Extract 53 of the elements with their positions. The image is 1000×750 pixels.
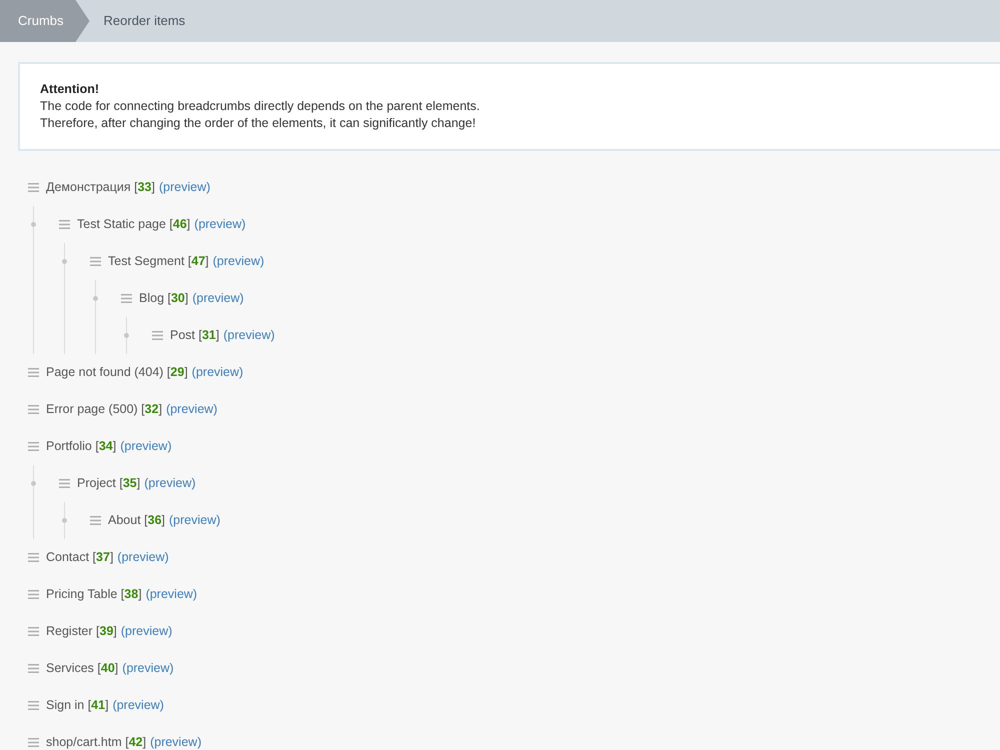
preview-link[interactable]: (preview) [223,326,275,345]
breadcrumb-link[interactable]: Crumbs [0,0,90,42]
drag-handle-icon[interactable] [28,627,39,636]
item-label: Project [35] [77,475,140,492]
preview-link[interactable]: (preview) [144,474,196,493]
item-label: Blog [30] [139,290,188,308]
item-label: Pricing Table [38] [46,586,142,604]
item-label: Services [40] [46,660,118,678]
item-label: Демонстрация [33] [46,179,155,196]
preview-link[interactable]: (preview) [112,696,164,715]
item-label: Test Segment [47] [108,253,209,270]
drag-handle-icon[interactable] [59,479,70,488]
item-label: Page not found (404) [29] [46,364,188,382]
preview-link[interactable]: (preview) [192,289,244,308]
drag-handle-icon[interactable] [28,738,39,747]
item-label: Sign in [41] [46,697,109,714]
item-label: shop/cart.htm [42] [46,734,146,750]
item-label: Post [31] [170,327,220,344]
preview-link[interactable]: (preview) [166,400,218,419]
preview-link[interactable]: (preview) [120,622,172,641]
item-label: Contact [37] [46,549,114,566]
drag-handle-icon[interactable] [121,294,132,303]
item-label: Register [39] [46,623,117,640]
drag-handle-icon[interactable] [90,516,101,525]
alert-text: Therefore, after changing the order of the elements, it can significantly change! [40,115,477,132]
alert-text: The code for connecting breadcrumbs directly depends on the parent elements. [40,98,481,115]
item-label: Portfolio [34] [46,438,116,456]
drag-handle-icon[interactable] [28,553,39,562]
preview-link[interactable]: (preview) [120,437,172,456]
drag-handle-icon[interactable] [90,257,101,266]
drag-handle-icon[interactable] [28,368,39,377]
preview-link[interactable]: (preview) [117,548,169,567]
preview-link[interactable]: (preview) [192,363,244,382]
preview-link[interactable]: (preview) [159,178,210,197]
breadcrumb-link[interactable]: Reorder items [90,0,200,42]
drag-handle-icon[interactable] [28,590,39,599]
drag-handle-icon[interactable] [28,405,39,414]
preview-link[interactable]: (preview) [150,733,202,750]
item-label: Test Static page [46] [77,216,190,234]
preview-link[interactable]: (preview) [122,659,174,678]
preview-link[interactable]: (preview) [194,215,246,234]
drag-handle-icon[interactable] [152,331,163,340]
drag-handle-icon[interactable] [28,664,39,673]
item-label: Error page (500) [32] [46,401,162,418]
drag-handle-icon[interactable] [59,220,70,229]
drag-handle-icon[interactable] [28,701,39,710]
preview-link[interactable]: (preview) [146,585,198,604]
alert-title: Attention! [40,81,100,98]
preview-link[interactable]: (preview) [212,252,264,271]
preview-link[interactable]: (preview) [169,511,220,530]
drag-handle-icon[interactable] [28,183,39,192]
drag-handle-icon[interactable] [28,442,39,451]
item-label: About [36] [108,512,166,530]
